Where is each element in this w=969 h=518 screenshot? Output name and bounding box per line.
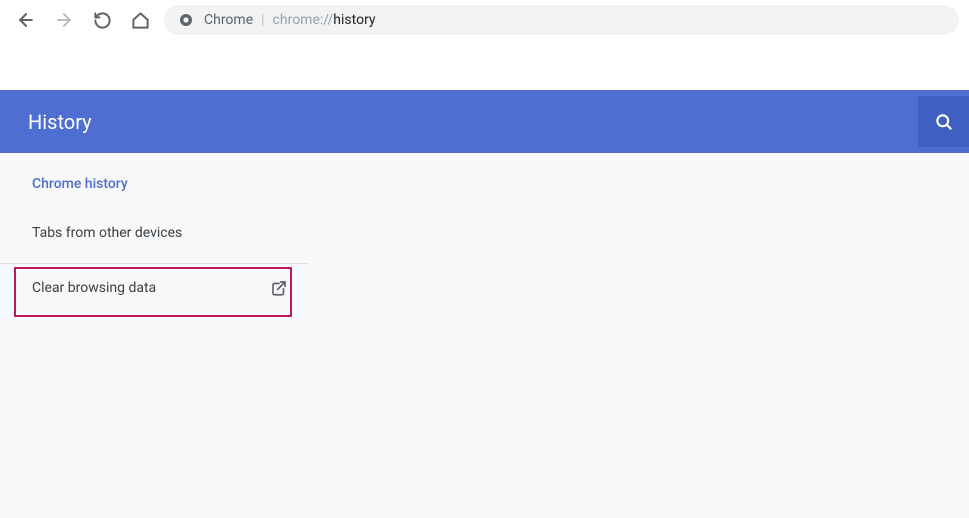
arrow-right-icon: [54, 10, 74, 30]
address-path-main: history: [333, 12, 375, 28]
reload-button[interactable]: [86, 4, 118, 36]
chrome-page-icon: [178, 12, 194, 28]
address-bar[interactable]: Chrome | chrome://history: [164, 5, 959, 35]
sidebar-item-label: Tabs from other devices: [32, 225, 182, 241]
arrow-left-icon: [16, 10, 36, 30]
site-info-icon[interactable]: [178, 12, 194, 28]
page-title: History: [28, 110, 92, 134]
sidebar-item-label: Clear browsing data: [32, 280, 156, 296]
back-button[interactable]: [10, 4, 42, 36]
sidebar-item-tabs-other-devices[interactable]: Tabs from other devices: [0, 209, 308, 257]
sidebar-item-label: Chrome history: [32, 176, 128, 192]
address-separator: |: [261, 12, 264, 28]
sidebar: Chrome history Tabs from other devices C…: [0, 153, 308, 312]
home-button[interactable]: [124, 4, 156, 36]
content-area: Chrome history Tabs from other devices C…: [0, 153, 969, 518]
search-history-button[interactable]: [918, 96, 969, 147]
open-in-new-icon: [270, 279, 288, 297]
browser-toolbar: Chrome | chrome://history: [0, 0, 969, 40]
address-path-prefix: chrome://: [273, 12, 334, 28]
sidebar-item-clear-browsing-data[interactable]: Clear browsing data: [0, 264, 308, 312]
toolbar-content-gap: [0, 40, 969, 90]
nav-buttons-group: [10, 4, 156, 36]
sidebar-item-chrome-history[interactable]: Chrome history: [0, 153, 308, 209]
forward-button[interactable]: [48, 4, 80, 36]
search-icon: [934, 112, 954, 132]
home-icon: [131, 11, 150, 30]
address-app-label: Chrome: [204, 12, 253, 28]
reload-icon: [93, 11, 112, 30]
app-header: History: [0, 90, 969, 153]
